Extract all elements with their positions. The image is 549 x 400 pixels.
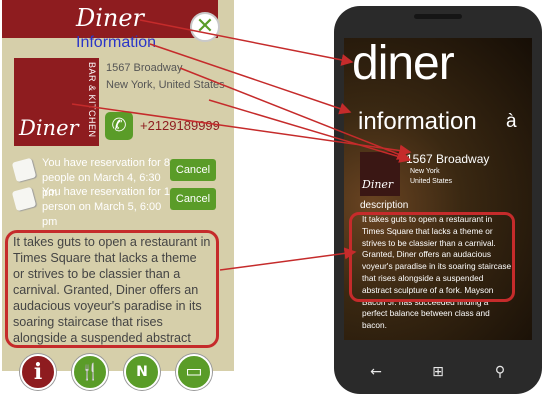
arrow-description [219,247,357,271]
arrow-title [139,19,354,66]
arrow-city [208,99,412,163]
arrow-section [149,43,352,115]
annotation-arrows [71,19,412,271]
arrow-address [179,67,410,160]
